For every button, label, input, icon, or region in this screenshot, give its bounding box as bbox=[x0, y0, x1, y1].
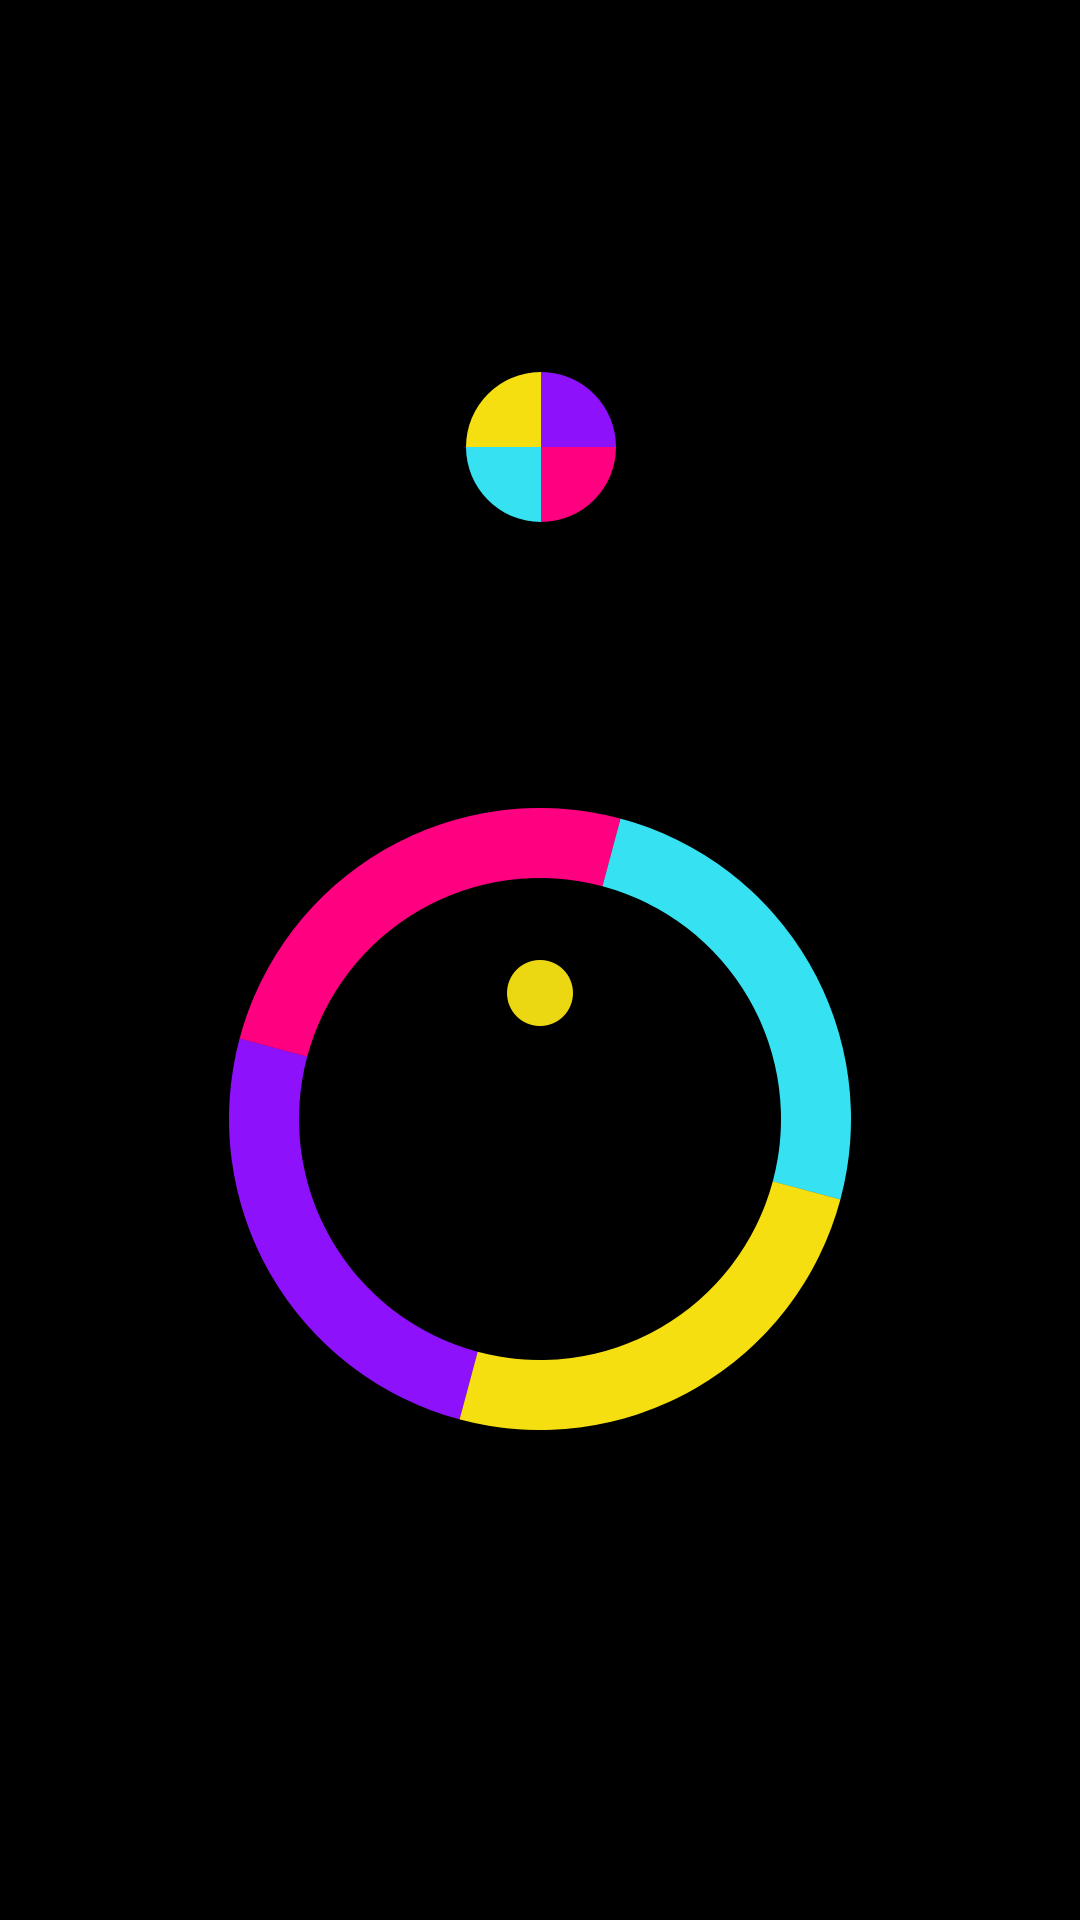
ring-segment-purple bbox=[228, 1038, 478, 1420]
switcher-quadrant-bottom-right bbox=[541, 447, 616, 522]
switcher-quadrant-top-right bbox=[541, 372, 616, 447]
color-switcher-icon bbox=[466, 372, 616, 522]
ring-segment-cyan bbox=[602, 818, 851, 1200]
ring-segment-yellow bbox=[459, 1181, 841, 1430]
color-ring-obstacle bbox=[228, 808, 851, 1430]
game-screen[interactable] bbox=[0, 0, 1080, 1920]
game-canvas[interactable] bbox=[0, 0, 1080, 1920]
switcher-quadrant-top-left bbox=[466, 372, 541, 447]
switcher-quadrant-bottom-left bbox=[466, 447, 541, 522]
ring-segment-magenta bbox=[239, 808, 621, 1057]
player-ball bbox=[507, 960, 573, 1026]
